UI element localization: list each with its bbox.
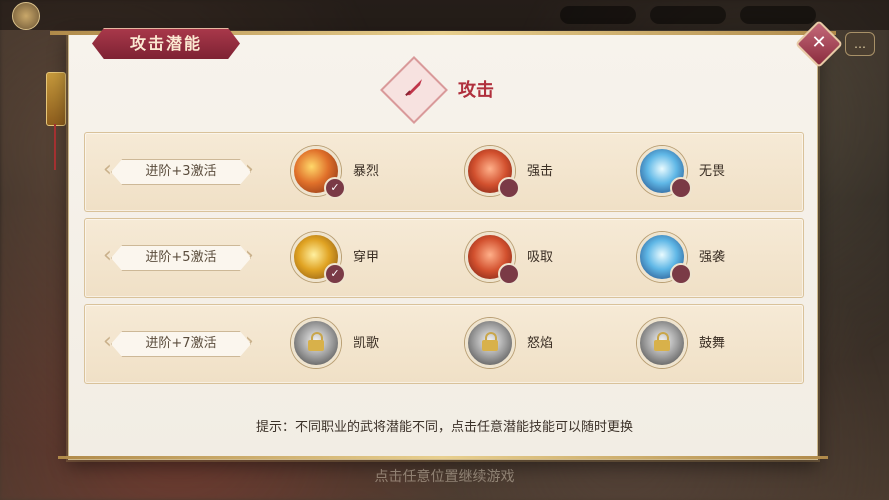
player-avatar[interactable] xyxy=(12,2,40,30)
selection-badge xyxy=(498,177,520,199)
lantern-ornament xyxy=(46,72,66,126)
skill-name: 吸取 xyxy=(527,250,554,265)
panel-title: 攻击潜能 xyxy=(92,28,240,59)
skill-name: 怒焰 xyxy=(527,336,554,351)
category-title: 攻击 xyxy=(458,80,494,101)
skill-option[interactable]: 强袭 xyxy=(637,232,767,285)
locked-skill-icon[interactable] xyxy=(637,318,687,368)
skill-name: 鼓舞 xyxy=(699,336,726,351)
chevron-left-icon: ‹ xyxy=(103,243,112,268)
skill-option[interactable]: 鼓舞 xyxy=(637,318,767,370)
lock-icon xyxy=(482,332,498,351)
panel-bottom-rail xyxy=(58,456,828,459)
check-icon: ✓ xyxy=(324,263,346,285)
skill-option[interactable]: 怒焰 xyxy=(465,318,595,370)
lock-icon xyxy=(654,332,670,351)
tassel-ornament xyxy=(54,124,56,170)
tier-label: 进阶+7激活 xyxy=(111,331,251,357)
skill-option[interactable]: ✓ 穿甲 xyxy=(291,232,421,285)
selection-badge xyxy=(498,263,520,285)
chevron-left-icon: ‹ xyxy=(103,329,112,354)
skill-icon[interactable] xyxy=(465,232,520,285)
skill-option[interactable]: ✓ 暴烈 xyxy=(291,146,421,199)
resource-counter[interactable] xyxy=(650,6,726,24)
chat-icon[interactable]: … xyxy=(845,32,875,56)
skill-option[interactable]: 无畏 xyxy=(637,146,767,199)
selection-badge xyxy=(670,263,692,285)
skill-name: 穿甲 xyxy=(353,250,380,265)
chevron-left-icon: ‹ xyxy=(103,157,112,182)
resource-counter[interactable] xyxy=(560,6,636,24)
skill-icon[interactable] xyxy=(637,146,692,199)
skill-name: 无畏 xyxy=(699,164,726,179)
continue-hint[interactable]: 点击任意位置继续游戏 xyxy=(0,466,889,486)
skill-name: 暴烈 xyxy=(353,164,380,179)
lock-icon xyxy=(308,332,324,351)
selection-badge xyxy=(670,177,692,199)
resource-counter[interactable] xyxy=(740,6,816,24)
skill-name: 凯歌 xyxy=(353,336,380,351)
skill-icon[interactable]: ✓ xyxy=(291,146,346,199)
skill-name: 强击 xyxy=(527,164,554,179)
skill-icon[interactable]: ✓ xyxy=(291,232,346,285)
skill-option[interactable]: 强击 xyxy=(465,146,595,199)
tier-label: 进阶+3激活 xyxy=(111,159,251,185)
category-header: 攻击 xyxy=(380,56,528,124)
skill-option[interactable]: 吸取 xyxy=(465,232,595,285)
locked-skill-icon[interactable] xyxy=(465,318,515,368)
skill-icon[interactable] xyxy=(465,146,520,199)
sword-icon xyxy=(380,56,448,124)
skill-icon[interactable] xyxy=(637,232,692,285)
hint-text: 提示：不同职业的武将潜能不同，点击任意潜能技能可以随时更换 xyxy=(255,420,633,435)
top-hud xyxy=(0,0,889,30)
tier-label: 进阶+5激活 xyxy=(111,245,251,271)
locked-skill-icon[interactable] xyxy=(291,318,341,368)
skill-name: 强袭 xyxy=(699,250,726,265)
skill-option[interactable]: 凯歌 xyxy=(291,318,421,370)
close-icon: ✕ xyxy=(811,32,827,53)
potential-row: ‹ › 进阶+3激活 ✓ 暴烈 强击 无畏 xyxy=(84,132,804,212)
potential-row: ‹ › 进阶+5激活 ✓ 穿甲 吸取 强袭 xyxy=(84,218,804,298)
check-icon: ✓ xyxy=(324,177,346,199)
potential-row: ‹ › 进阶+7激活 凯歌 怒焰 鼓舞 xyxy=(84,304,804,384)
